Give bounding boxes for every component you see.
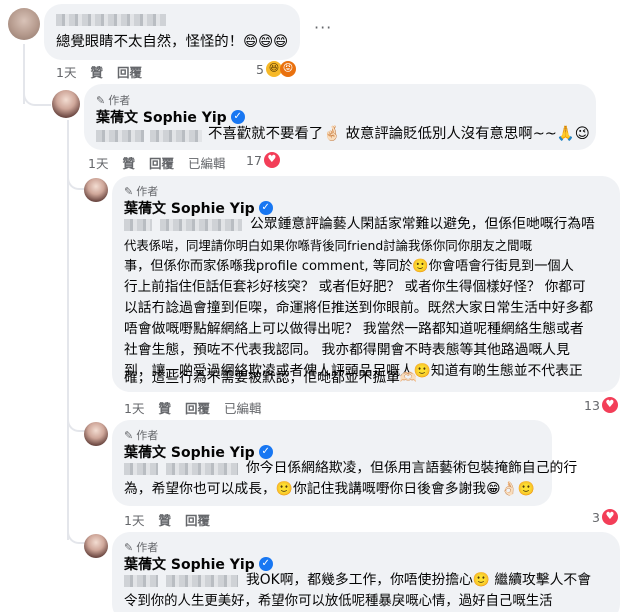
- redacted-commenter-name: [56, 14, 166, 26]
- verified-badge-icon: ✓: [258, 201, 273, 215]
- comment-line: 行上前指住佢話佢套衫好核突？ 或者佢好肥？ 或者你生得個樣好怪？ 你都可: [124, 279, 586, 295]
- comment-line: 為，希望你也可以成長，🙂你記住我講嘅嘢你日後會多謝我😁👌🏻🙂: [124, 481, 535, 497]
- thread-connector: [67, 526, 85, 544]
- thread-connector: [67, 172, 85, 190]
- reaction-summary-4[interactable]: 3 ♥: [592, 509, 618, 525]
- pencil-icon: ✎: [96, 93, 106, 107]
- reaction-summary-2[interactable]: 17 ♥: [246, 152, 280, 168]
- angry-reaction-icon: 😡: [279, 61, 296, 77]
- reply-button[interactable]: 回覆: [117, 62, 142, 81]
- reaction-count: 3: [592, 509, 600, 525]
- comment-bubble-4: ✎ 作者 葉蒨文 Sophie Yip ✓ 你今日係網絡欺凌，但係用言語藝術包裝…: [112, 420, 577, 506]
- reaction-count: 17: [246, 152, 262, 168]
- comment-text-1: 總覺眼睛不太自然，怪怪的！😄😄😄: [56, 34, 289, 50]
- like-button[interactable]: 贊: [158, 510, 171, 529]
- edited-label: 已編輯: [223, 401, 262, 416]
- author-label: ✎ 作者: [96, 92, 130, 108]
- comment-line: 令到你的人生更美好，希望你可以放低呢種暴戾嘅心情，過好自己嘅生活: [124, 594, 553, 609]
- comment-actions-1: 1天 贊 回覆: [56, 62, 142, 81]
- comment-line: 唔會做嘅嘢點解網絡上可以做得出呢？ 我當然一路都知道呢種網絡生態或者: [124, 321, 584, 337]
- reply-button[interactable]: 回覆: [149, 153, 174, 172]
- author-avatar[interactable]: [84, 422, 108, 446]
- like-button[interactable]: 贊: [158, 398, 171, 417]
- comment-time: 1天: [88, 156, 109, 171]
- redacted-mention: [124, 219, 152, 231]
- comment-line: 我OK啊，都幾多工作，你唔使扮擔心🙂 繼續攻擊人不會: [246, 572, 592, 588]
- commenter-avatar[interactable]: [8, 8, 40, 40]
- author-name-text[interactable]: 葉蒨文 Sophie Yip: [124, 198, 255, 218]
- comment-line: 確，這些行為不需要被默認，佢哋都並不孤單🫶🏻: [124, 370, 418, 386]
- comment-bubble-1: 總覺眼睛不太自然，怪怪的！😄😄😄: [44, 4, 300, 60]
- comment-bubble-2: ✎ 作者 葉蒨文 Sophie Yip ✓ 不喜歡就不要看了🤞🏻 故意評論貶低別…: [84, 84, 596, 150]
- author-tag-text: 作者: [136, 541, 159, 554]
- comment-line: 社會生態，預咗不代表我認同。 我亦都得開會不時表態等其他路過嘅人見: [124, 342, 570, 358]
- thread-line: [67, 120, 69, 180]
- author-tag-text: 作者: [108, 94, 131, 107]
- verified-badge-icon: ✓: [230, 110, 245, 124]
- redacted-mention: [124, 575, 158, 587]
- redacted-mention: [96, 130, 144, 142]
- reply-button[interactable]: 回覆: [185, 510, 210, 529]
- author-avatar[interactable]: [52, 90, 80, 118]
- comment-time: 1天: [56, 65, 77, 80]
- author-tag-text: 作者: [136, 185, 159, 198]
- comment-actions-2: 1天 贊 回覆 已編輯: [88, 153, 226, 172]
- comment-line: 你今日係網絡欺凌，但係用言語藝術包裝掩飾自己的行: [246, 460, 578, 476]
- author-label: ✎ 作者: [124, 427, 158, 443]
- comment-line: 事，但係你而家係喺我profile comment, 等同於🙂你會唔會行街見到一…: [124, 259, 574, 274]
- redacted-mention: [150, 130, 202, 142]
- thread-line: [67, 180, 69, 540]
- reaction-summary-3[interactable]: 13 ♥: [584, 397, 618, 413]
- pencil-icon: ✎: [124, 428, 134, 442]
- redacted-mention: [160, 219, 242, 231]
- author-label: ✎ 作者: [124, 183, 158, 199]
- redacted-mention: [124, 463, 158, 475]
- author-label: ✎ 作者: [124, 539, 158, 555]
- like-button[interactable]: 贊: [122, 153, 135, 172]
- comment-text-2: 不喜歡就不要看了🤞🏻 故意評論貶低別人沒有意思啊~~🙏😉: [208, 126, 590, 142]
- heart-reaction-icon: ♥: [263, 152, 280, 168]
- comment-actions-4: 1天 贊 回覆: [124, 510, 210, 529]
- heart-reaction-icon: ♥: [601, 509, 618, 525]
- reaction-count: 13: [584, 397, 600, 413]
- heart-reaction-icon: ♥: [601, 397, 618, 413]
- more-options-icon[interactable]: ···: [314, 18, 332, 37]
- redacted-mention: [166, 463, 238, 475]
- thread-connector: [67, 414, 85, 432]
- author-name-text[interactable]: 葉蒨文 Sophie Yip: [124, 442, 255, 462]
- comment-line: 公眾鍾意評論藝人閑話家常難以避免，但係佢哋嘅行為唔: [250, 216, 595, 232]
- author-name-text[interactable]: 葉蒨文 Sophie Yip: [124, 554, 255, 574]
- comment-bubble-5: ✎ 作者 葉蒨文 Sophie Yip ✓ 我OK啊，都幾多工作，你唔使扮擔心🙂…: [112, 532, 620, 612]
- pencil-icon: ✎: [124, 540, 134, 554]
- like-button[interactable]: 贊: [90, 62, 103, 81]
- author-avatar[interactable]: [84, 534, 108, 558]
- reply-button[interactable]: 回覆: [185, 398, 210, 417]
- comment-bubble-3: ✎ 作者 葉蒨文 Sophie Yip ✓ 公眾鍾意評論藝人閑話家常難以避免，但…: [112, 176, 620, 392]
- author-avatar[interactable]: [84, 178, 108, 202]
- comment-actions-3: 1天 贊 回覆 已編輯: [124, 398, 262, 417]
- thread-connector: [23, 90, 51, 106]
- reaction-summary-1[interactable]: 5 😆 😡: [256, 61, 296, 77]
- reaction-count: 5: [256, 61, 264, 77]
- verified-badge-icon: ✓: [258, 445, 273, 459]
- pencil-icon: ✎: [124, 184, 134, 198]
- edited-label: 已編輯: [187, 156, 226, 171]
- verified-badge-icon: ✓: [258, 557, 273, 571]
- comment-time: 1天: [124, 401, 145, 416]
- comment-time: 1天: [124, 513, 145, 528]
- comment-line: 以話冇諗過會撞到佢㗎，命運將佢推送到你眼前。既然大家日常生活中好多都: [124, 300, 594, 316]
- redacted-mention: [166, 575, 238, 587]
- comment-line: 代表係啱，同埋請你明白如果你喺背後同friend討論我係你同你朋友之間嘅: [124, 238, 532, 253]
- author-tag-text: 作者: [136, 429, 159, 442]
